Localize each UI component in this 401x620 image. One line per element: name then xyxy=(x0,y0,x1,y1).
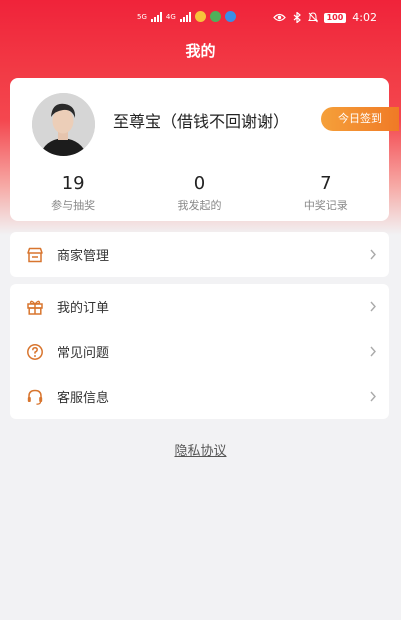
username: 至尊宝（借钱不回谢谢） xyxy=(113,112,290,131)
menu-item-my-orders[interactable]: 我的订单 xyxy=(10,284,389,329)
menu-label: 客服信息 xyxy=(57,391,110,406)
menu-group-main: 我的订单 常见问题 客服信息 xyxy=(10,284,389,419)
signal-icon-2 xyxy=(179,11,191,22)
status-bar: 5G 4G 100 4:02 xyxy=(0,8,401,28)
stat-label: 我发起的 xyxy=(177,199,222,212)
avatar[interactable] xyxy=(32,93,95,156)
app-notification-icon-2 xyxy=(209,11,221,22)
network-tag-2: 4G xyxy=(165,12,176,21)
mute-icon xyxy=(307,12,318,23)
daily-signin-button[interactable]: 今日签到 xyxy=(321,107,399,131)
privacy-policy-link[interactable]: 隐私协议 xyxy=(0,440,401,459)
gift-icon xyxy=(27,300,43,315)
page-title: 我的 xyxy=(185,42,216,60)
stat-value: 7 xyxy=(320,173,332,194)
stat-participated[interactable]: 19 参与抽奖 xyxy=(10,173,136,213)
menu-label: 商家管理 xyxy=(57,249,110,264)
profile-card: 至尊宝（借钱不回谢谢） 今日签到 19 参与抽奖 0 我发起的 7 中奖记录 xyxy=(10,78,399,221)
headset-icon xyxy=(27,389,43,405)
status-bar-left: 5G 4G xyxy=(137,11,236,22)
chevron-right-icon xyxy=(370,249,376,260)
chevron-right-icon xyxy=(370,301,376,312)
menu-label: 常见问题 xyxy=(57,346,110,361)
battery-indicator: 100 xyxy=(323,12,347,23)
stat-value: 19 xyxy=(61,173,85,194)
network-tag-1: 5G xyxy=(137,12,147,21)
stat-value: 0 xyxy=(193,173,206,194)
stats-row: 19 参与抽奖 0 我发起的 7 中奖记录 xyxy=(10,173,389,213)
menu-item-customer-service[interactable]: 客服信息 xyxy=(10,374,389,419)
stat-winning-records[interactable]: 7 中奖记录 xyxy=(263,173,389,213)
status-bar-right: 100 4:02 xyxy=(272,11,377,24)
eye-icon xyxy=(272,13,286,22)
stat-initiated[interactable]: 0 我发起的 xyxy=(136,173,262,213)
store-icon xyxy=(27,247,43,263)
app-notification-icon xyxy=(194,11,206,22)
chevron-right-icon xyxy=(370,346,376,357)
app-notification-icon-3 xyxy=(224,11,236,22)
menu-group-merchant: 商家管理 xyxy=(10,232,389,277)
menu-label: 我的订单 xyxy=(57,301,110,316)
stat-label: 中奖记录 xyxy=(303,199,348,212)
menu-item-faq[interactable]: 常见问题 xyxy=(10,329,389,374)
menu-item-merchant-management[interactable]: 商家管理 xyxy=(10,232,389,277)
chevron-right-icon xyxy=(370,391,376,402)
question-icon xyxy=(27,344,43,360)
avatar-photo xyxy=(32,93,95,156)
signal-icon xyxy=(150,11,162,22)
stat-label: 参与抽奖 xyxy=(51,199,96,212)
status-time: 4:02 xyxy=(352,11,377,24)
bluetooth-icon xyxy=(293,12,301,23)
